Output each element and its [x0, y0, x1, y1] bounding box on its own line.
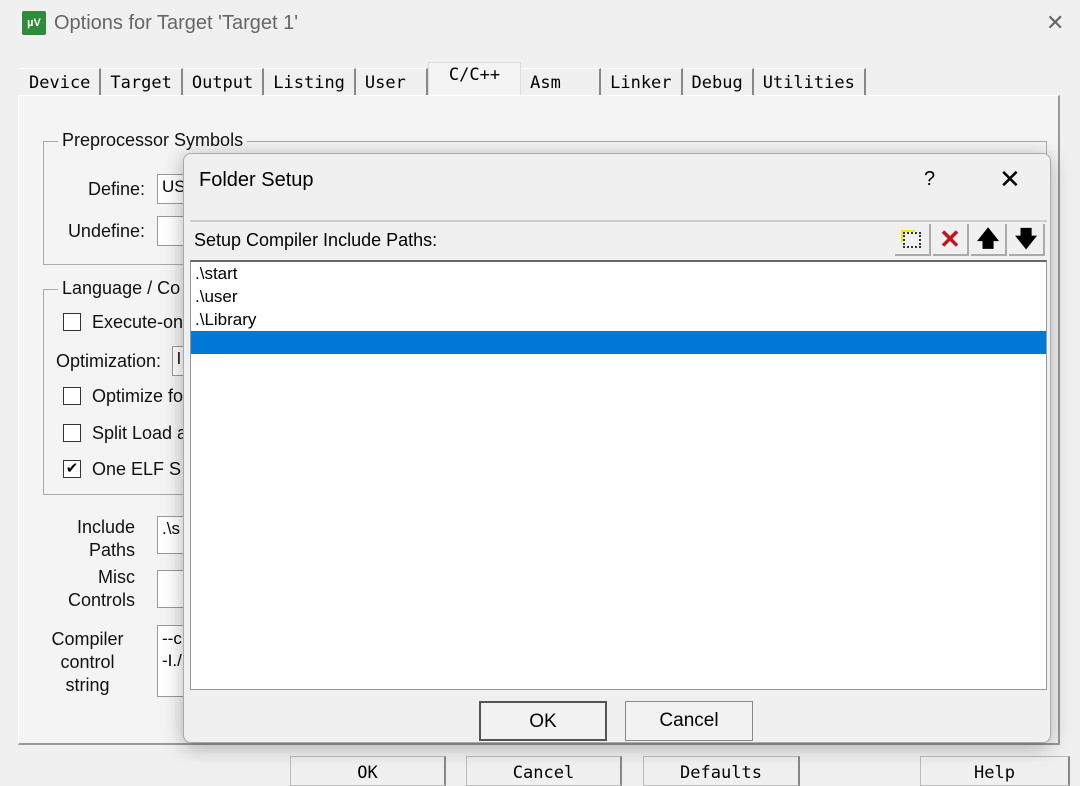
dialog-cancel-button[interactable]: Cancel	[625, 701, 753, 741]
optimization-label: Optimization:	[56, 351, 162, 371]
list-item-selected[interactable]	[191, 331, 1046, 354]
tab-target[interactable]: Target	[101, 68, 183, 96]
list-item[interactable]: .\user	[191, 285, 1046, 308]
optimize-for-checkbox[interactable]	[63, 387, 81, 405]
tab-cc[interactable]: C/C++	[427, 62, 522, 96]
list-item[interactable]: .\start	[191, 262, 1046, 285]
compiler-label-line1: Compiler	[51, 629, 124, 649]
move-down-icon[interactable]: 🡇	[1009, 224, 1045, 256]
uvision-icon: µV	[22, 11, 46, 35]
tab-user[interactable]: User	[355, 68, 428, 96]
tab-utilities[interactable]: Utilities	[753, 68, 866, 96]
include-paths-header-label: Setup Compiler Include Paths:	[194, 230, 438, 250]
tab-listing[interactable]: Listing	[264, 68, 356, 96]
language-title: Language / Co	[58, 278, 185, 299]
tab-debug[interactable]: Debug	[682, 68, 754, 96]
include-paths-label-line1: Include	[76, 517, 135, 537]
split-load-label: Split Load a	[92, 423, 188, 443]
dialog-close-button[interactable]: ✕	[999, 164, 1021, 195]
undefine-label: Undefine:	[67, 221, 145, 241]
tab-linker[interactable]: Linker	[601, 68, 683, 96]
new-folder-icon[interactable]	[895, 224, 931, 256]
one-elf-checkbox[interactable]: ✔	[63, 460, 81, 478]
define-label: Define:	[87, 179, 145, 199]
dialog-ok-button[interactable]: OK	[479, 701, 607, 741]
tab-bar: Device Target Output Listing User C/C++ …	[20, 62, 866, 96]
help-button[interactable]: ?	[924, 168, 935, 191]
include-paths-label-line2: Paths	[88, 540, 135, 560]
tab-output[interactable]: Output	[182, 68, 265, 96]
one-elf-label: One ELF S	[92, 459, 182, 479]
window-title: Options for Target 'Target 1'	[54, 12, 299, 34]
misc-controls-label: Misc Controls	[50, 566, 135, 612]
include-paths-header: Setup Compiler Include Paths: ✕ 🡅 🡇	[190, 220, 1047, 256]
optimize-for-label: Optimize fo	[92, 386, 184, 406]
split-load-checkbox[interactable]	[63, 424, 81, 442]
move-up-icon[interactable]: 🡅	[971, 224, 1007, 256]
folder-setup-title: Folder Setup	[199, 169, 314, 191]
folder-setup-dialog: Folder Setup ? ✕ Setup Compiler Include …	[183, 153, 1051, 743]
preprocessor-title: Preprocessor Symbols	[58, 130, 248, 151]
include-paths-list[interactable]: .\start .\user .\Library	[190, 260, 1047, 690]
list-item[interactable]: .\Library	[191, 308, 1046, 331]
compiler-label-line2: control	[60, 652, 115, 672]
delete-icon[interactable]: ✕	[933, 224, 969, 256]
tab-device[interactable]: Device	[20, 68, 102, 96]
window-close-button[interactable]: ✕	[1046, 10, 1064, 36]
include-paths-label: Include Paths	[50, 516, 135, 562]
compiler-control-label: Compiler control string	[40, 628, 135, 697]
execute-only-checkbox[interactable]	[63, 313, 81, 331]
misc-label-line1: Misc	[98, 567, 135, 587]
misc-label-line2: Controls	[67, 590, 135, 610]
tab-asm[interactable]: Asm	[521, 68, 602, 96]
execute-only-label: Execute-on	[92, 312, 184, 332]
compiler-label-line3: string	[65, 675, 110, 695]
